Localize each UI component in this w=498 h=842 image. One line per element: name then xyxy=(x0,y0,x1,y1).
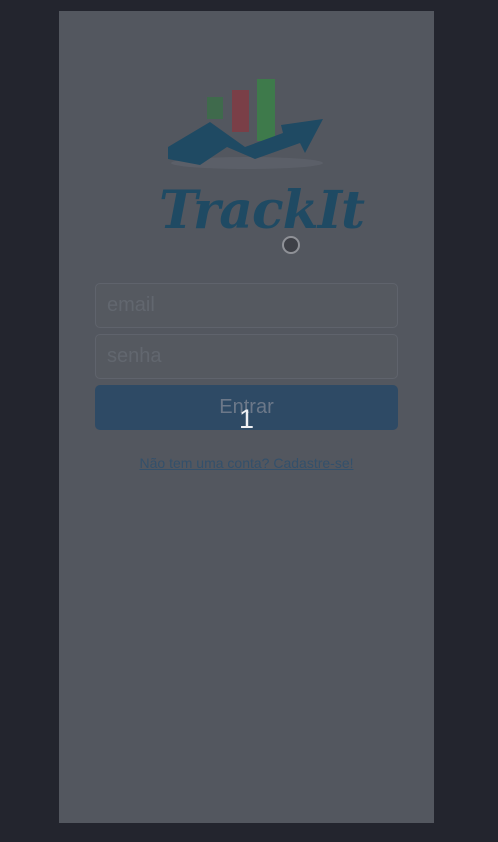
app-frame: TrackIt email senha Entrar 1 Não tem uma… xyxy=(59,11,434,823)
email-field[interactable]: email xyxy=(95,283,398,328)
cursor-dot-icon xyxy=(282,236,300,254)
signup-link[interactable]: Não tem uma conta? Cadastre-se! xyxy=(95,455,398,471)
click-marker: 1 xyxy=(239,404,255,434)
password-field[interactable]: senha xyxy=(95,334,398,379)
logo-chart-icon xyxy=(168,79,323,169)
logo-wordmark: TrackIt xyxy=(159,180,365,241)
